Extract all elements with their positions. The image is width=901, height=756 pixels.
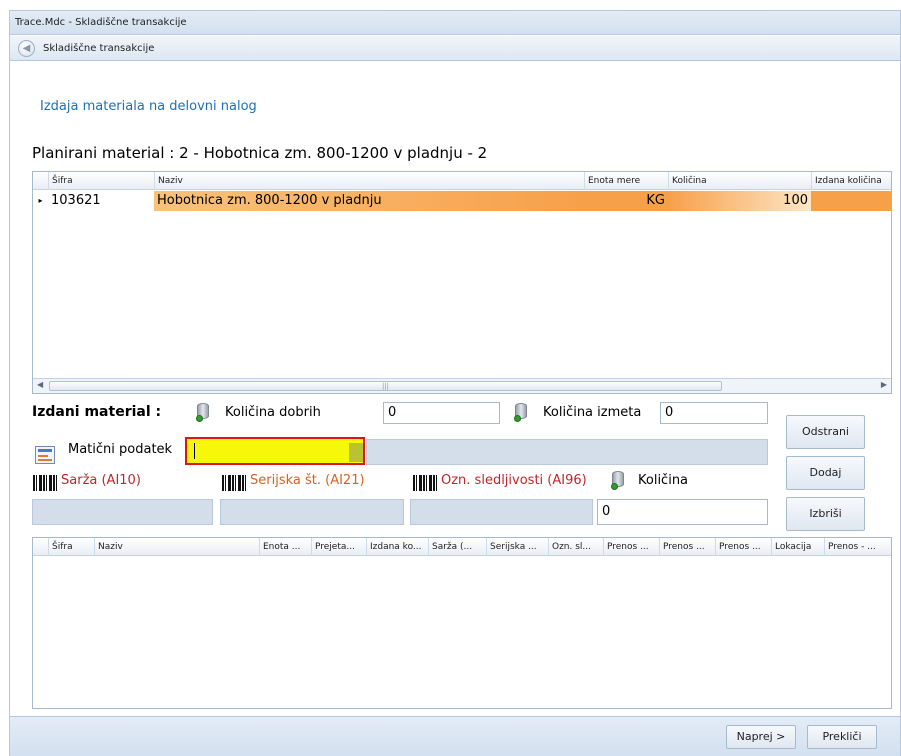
planned-material-title: Planirani material : 2 - Hobotnica zm. 8… [32, 144, 488, 162]
planned-grid-header: Šifra Naziv Enota mere Količina Izdana k… [33, 172, 891, 190]
waste-qty-label: Količina izmeta [543, 405, 642, 420]
issued-grid-header: Šifra Naziv Enota ... Prejeta... Izdana … [33, 538, 891, 556]
col-ozn-sl[interactable]: Ozn. sl... [548, 538, 603, 556]
remove-button[interactable]: Odstrani [786, 415, 865, 449]
col-sifra[interactable]: Šifra [48, 172, 154, 190]
issued-material-label: Izdani material : [32, 404, 162, 420]
row-indicator-icon: ▸ [38, 196, 43, 205]
col-prenos-4[interactable]: Prenos - ... [824, 538, 891, 556]
col-kolicina[interactable]: Količina [668, 172, 811, 190]
col-enota[interactable]: Enota ... [259, 538, 311, 556]
trace-label: Ozn. sledljivosti (AI96) [441, 473, 587, 488]
col-sifra[interactable]: Šifra [48, 538, 94, 556]
issued-material-grid[interactable]: Šifra Naziv Enota ... Prejeta... Izdana … [32, 537, 892, 709]
serial-input[interactable] [220, 499, 404, 525]
cancel-button[interactable]: Prekliči [807, 725, 877, 749]
master-data-label: Matični podatek [68, 442, 173, 457]
barcode-icon [222, 475, 248, 491]
col-prenos-2[interactable]: Prenos ... [659, 538, 715, 556]
nav-title: Skladiščne transakcije [43, 43, 155, 54]
quantity-input[interactable]: 0 [597, 499, 768, 525]
table-row[interactable]: ▸ 103621 Hobotnica zm. 800-1200 v pladnj… [33, 191, 891, 211]
cell-sifra: 103621 [51, 193, 101, 208]
footer-bar: Naprej > Prekliči [10, 716, 900, 756]
cell-naziv: Hobotnica zm. 800-1200 v pladnju [154, 191, 584, 211]
horizontal-scrollbar[interactable]: ◀ ||| ▶ [33, 378, 891, 393]
window-title: Trace.Mdc - Skladiščne transakcije [15, 17, 187, 28]
page-heading: Izdaja materiala na delovni nalog [40, 99, 257, 114]
navigation-bar: ◀ Skladiščne transakcije [10, 36, 900, 61]
col-izdana[interactable]: Izdana ko... [366, 538, 428, 556]
cell-enota: KG [584, 191, 668, 211]
scroll-thumb[interactable]: ||| [49, 381, 722, 391]
scroll-left-icon[interactable]: ◀ [37, 380, 43, 389]
lot-label: Sarža (AI10) [61, 473, 141, 488]
database-icon [196, 402, 212, 424]
master-data-icon [35, 446, 55, 464]
col-serijska[interactable]: Serijska ... [486, 538, 548, 556]
master-data-description [366, 439, 768, 465]
window-titlebar: Trace.Mdc - Skladiščne transakcije [10, 11, 900, 35]
quantity-label: Količina [638, 473, 689, 488]
cell-izdana [811, 191, 891, 211]
next-button[interactable]: Naprej > [726, 725, 796, 749]
scroll-right-icon[interactable]: ▶ [881, 380, 887, 389]
col-sarza[interactable]: Sarža (... [428, 538, 486, 556]
col-naziv[interactable]: Naziv [154, 172, 584, 190]
database-icon [611, 470, 627, 492]
master-data-input[interactable] [185, 437, 365, 465]
text-cursor [194, 443, 195, 459]
col-naziv[interactable]: Naziv [94, 538, 259, 556]
lot-input[interactable] [32, 499, 213, 525]
delete-button[interactable]: Izbriši [786, 497, 865, 531]
waste-qty-input[interactable]: 0 [660, 402, 768, 424]
barcode-icon [33, 475, 59, 491]
master-data-lookup-button[interactable] [349, 443, 363, 462]
trace-input[interactable] [410, 499, 593, 525]
add-button[interactable]: Dodaj [786, 456, 865, 490]
main-window: Trace.Mdc - Skladiščne transakcije ◀ Skl… [9, 10, 901, 756]
cell-kolicina: 100 [668, 191, 811, 211]
back-arrow-icon[interactable]: ◀ [18, 40, 35, 57]
good-qty-label: Količina dobrih [225, 405, 321, 420]
good-qty-input[interactable]: 0 [383, 402, 500, 424]
col-izdana-kolicina[interactable]: Izdana količina [811, 172, 891, 190]
col-prenos-3[interactable]: Prenos ... [715, 538, 771, 556]
database-icon [514, 402, 530, 424]
col-lokacija[interactable]: Lokacija [771, 538, 824, 556]
barcode-icon [413, 475, 439, 491]
col-prenos-1[interactable]: Prenos ... [603, 538, 659, 556]
col-prejeta[interactable]: Prejeta... [311, 538, 366, 556]
planned-material-grid[interactable]: Šifra Naziv Enota mere Količina Izdana k… [32, 171, 892, 394]
col-enota-mere[interactable]: Enota mere [584, 172, 668, 190]
serial-label: Serijska št. (AI21) [250, 473, 365, 488]
